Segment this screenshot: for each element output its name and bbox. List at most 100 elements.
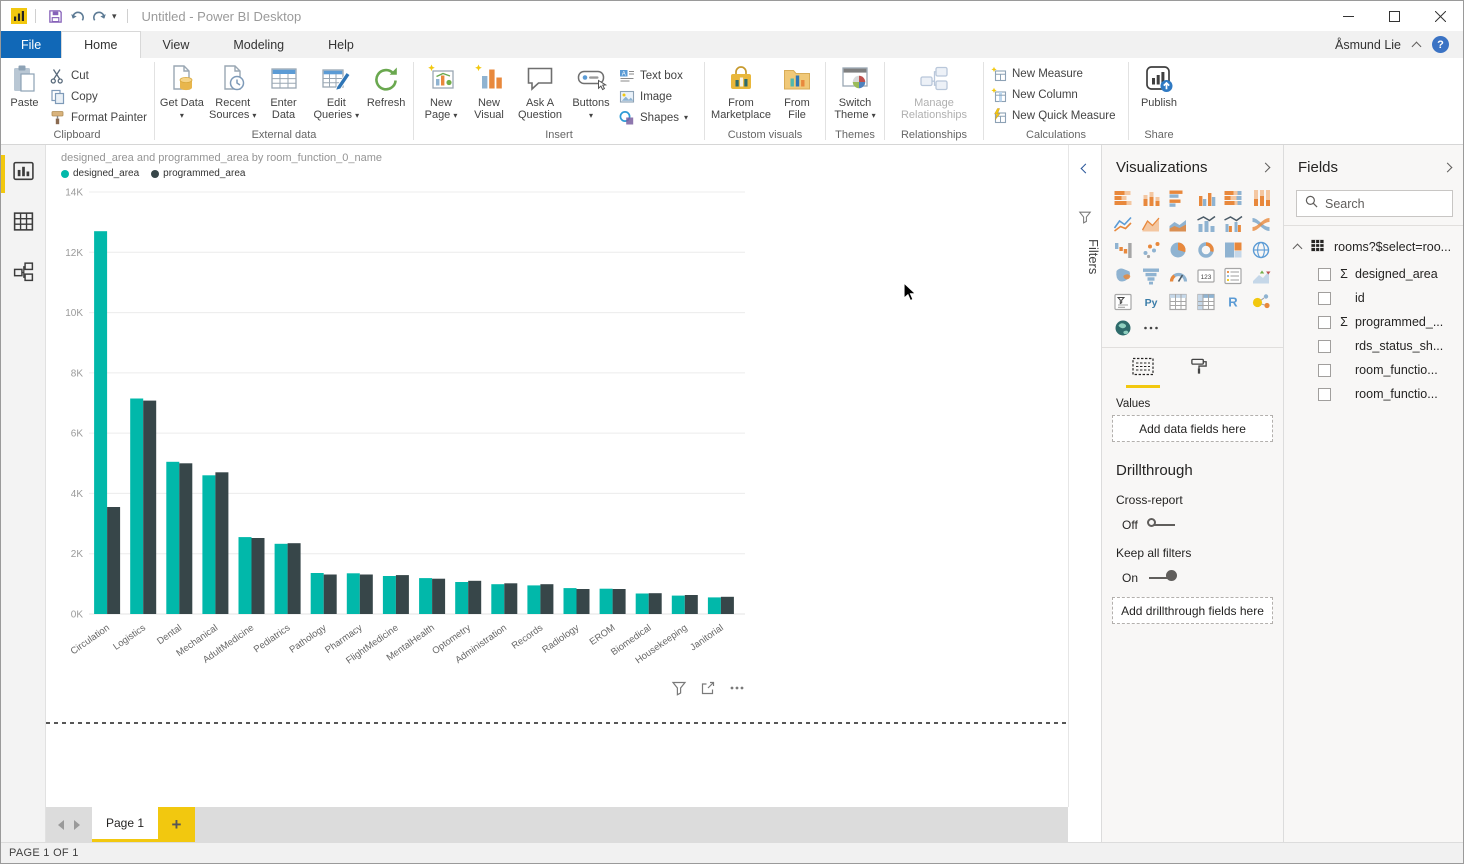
- copy-button[interactable]: Copy: [46, 86, 151, 107]
- new-measure-button[interactable]: New Measure: [987, 63, 1120, 84]
- area-chart-icon[interactable]: [1138, 212, 1164, 235]
- edit-queries-button[interactable]: Edit Queries ▾: [310, 61, 362, 122]
- table-node-rooms[interactable]: rooms?$select=roo...: [1284, 226, 1464, 262]
- field-item-id[interactable]: id: [1284, 286, 1464, 310]
- bar-designed_area-MentalHealth[interactable]: [419, 578, 432, 614]
- report-canvas[interactable]: designed_area and programmed_area by roo…: [46, 145, 1068, 807]
- filled-map-icon[interactable]: [1110, 264, 1136, 287]
- bar-designed_area-Dental[interactable]: [166, 462, 179, 614]
- bar-designed_area-EROM[interactable]: [600, 589, 613, 614]
- bar-programmed_area-Circulation[interactable]: [107, 507, 120, 614]
- waterfall-chart-icon[interactable]: [1110, 238, 1136, 261]
- buttons-button[interactable]: Buttons▾: [567, 61, 615, 122]
- from-file-button[interactable]: From File: [774, 61, 820, 121]
- bar-programmed_area-Pediatrics[interactable]: [288, 543, 301, 614]
- bar-designed_area-Housekeeping[interactable]: [672, 596, 685, 614]
- bar-designed_area-Radiology[interactable]: [564, 588, 577, 614]
- donut-chart-icon[interactable]: [1193, 238, 1219, 261]
- sidebar-item-model-view[interactable]: [1, 253, 46, 295]
- save-button[interactable]: [44, 5, 66, 27]
- field-item-rds_status_sh[interactable]: rds_status_sh...: [1284, 334, 1464, 358]
- line-and-clustered-column-chart-icon[interactable]: [1220, 212, 1246, 235]
- line-and-stacked-column-chart-icon[interactable]: [1193, 212, 1219, 235]
- bar-programmed_area-Janitorial[interactable]: [721, 597, 734, 614]
- field-item-programmed_[interactable]: Σprogrammed_...: [1284, 310, 1464, 334]
- stacked-column-chart-icon[interactable]: [1138, 186, 1164, 209]
- tab-home[interactable]: Home: [61, 31, 140, 58]
- bar-programmed_area-Biomedical[interactable]: [649, 593, 662, 614]
- bar-designed_area-Logistics[interactable]: [130, 399, 143, 615]
- pie-chart-icon[interactable]: [1165, 238, 1191, 261]
- page-tab-1[interactable]: Page 1: [92, 807, 158, 842]
- line-chart-icon[interactable]: [1110, 212, 1136, 235]
- keep-all-filters-toggle[interactable]: [1147, 570, 1177, 585]
- gauge-icon[interactable]: [1165, 264, 1191, 287]
- new-visual-button[interactable]: New Visual: [465, 61, 513, 121]
- tab-modeling[interactable]: Modeling: [211, 31, 306, 58]
- close-button[interactable]: [1417, 1, 1463, 31]
- field-checkbox[interactable]: [1318, 292, 1331, 305]
- python-visual-icon[interactable]: Py: [1138, 290, 1164, 313]
- more-options-icon[interactable]: [1138, 316, 1164, 339]
- collapse-table-icon[interactable]: [1293, 244, 1303, 254]
- previous-page-icon[interactable]: [58, 820, 64, 830]
- search-input[interactable]: [1325, 197, 1444, 211]
- text-box-button[interactable]: AText box: [615, 65, 701, 86]
- bar-designed_area-Pharmacy[interactable]: [347, 573, 360, 614]
- get-data-button[interactable]: Get Data ▾: [158, 61, 206, 122]
- stacked-bar-chart-icon[interactable]: [1110, 186, 1136, 209]
- new-page-tab-button[interactable]: +: [158, 807, 195, 842]
- funnel-icon[interactable]: [1138, 264, 1164, 287]
- image-button[interactable]: Image: [615, 86, 701, 107]
- enter-data-button[interactable]: Enter Data: [260, 61, 308, 121]
- bar-programmed_area-Radiology[interactable]: [577, 589, 590, 614]
- cross-report-toggle[interactable]: [1147, 517, 1177, 532]
- kpi-icon[interactable]: [1248, 264, 1274, 287]
- matrix-icon[interactable]: [1193, 290, 1219, 313]
- field-item-room_functio[interactable]: room_functio...: [1284, 358, 1464, 382]
- map-icon[interactable]: [1248, 238, 1274, 261]
- publish-button[interactable]: Publish: [1132, 61, 1186, 109]
- collapse-visualizations-icon[interactable]: [1261, 163, 1271, 173]
- bar-designed_area-Mechanical[interactable]: [202, 475, 215, 614]
- bar-programmed_area-Pathology[interactable]: [324, 575, 337, 615]
- field-checkbox[interactable]: [1318, 340, 1331, 353]
- signed-in-user[interactable]: Åsmund Lie: [1335, 38, 1401, 52]
- ribbon-chart-icon[interactable]: [1248, 212, 1274, 235]
- collapse-fields-icon[interactable]: [1443, 163, 1453, 173]
- tab-fields-well[interactable]: [1126, 357, 1160, 388]
- tab-help[interactable]: Help: [306, 31, 376, 58]
- bar-designed_area-Biomedical[interactable]: [636, 594, 649, 615]
- legend-item-designed_area[interactable]: designed_area: [61, 168, 139, 179]
- stacked-area-chart-icon[interactable]: [1165, 212, 1191, 235]
- 100-stacked-bar-chart-icon[interactable]: [1220, 186, 1246, 209]
- bar-designed_area-Pediatrics[interactable]: [275, 544, 288, 614]
- expand-filters-button[interactable]: [1069, 145, 1101, 172]
- bar-programmed_area-MentalHealth[interactable]: [432, 579, 445, 614]
- fields-search[interactable]: [1296, 190, 1453, 217]
- bar-designed_area-Administration[interactable]: [491, 584, 504, 614]
- manage-relationships-button[interactable]: Manage Relationships: [888, 61, 980, 121]
- field-checkbox[interactable]: [1318, 364, 1331, 377]
- bar-designed_area-Circulation[interactable]: [94, 231, 107, 614]
- redo-button[interactable]: [88, 5, 110, 27]
- maximize-button[interactable]: [1371, 1, 1417, 31]
- bar-programmed_area-AdultMedicine[interactable]: [252, 538, 265, 614]
- field-item-designed_area[interactable]: Σdesigned_area: [1284, 262, 1464, 286]
- card-icon[interactable]: 123: [1193, 264, 1219, 287]
- recent-sources-button[interactable]: Recent Sources ▾: [206, 61, 260, 122]
- tab-view[interactable]: View: [141, 31, 212, 58]
- new-page-button[interactable]: New Page ▾: [417, 61, 465, 122]
- bar-designed_area-Janitorial[interactable]: [708, 597, 721, 614]
- treemap-icon[interactable]: [1220, 238, 1246, 261]
- add-data-fields-dropzone[interactable]: Add data fields here: [1112, 415, 1273, 442]
- bar-designed_area-Records[interactable]: [527, 585, 540, 614]
- ask-a-question-button[interactable]: Ask A Question: [513, 61, 567, 121]
- cut-button[interactable]: Cut: [46, 65, 151, 86]
- field-item-room_functio[interactable]: room_functio...: [1284, 382, 1464, 406]
- bar-designed_area-Pathology[interactable]: [311, 573, 324, 614]
- paste-button[interactable]: Paste: [3, 61, 46, 109]
- slicer-icon[interactable]: [1110, 290, 1136, 313]
- bar-designed_area-FlightMedicine[interactable]: [383, 576, 396, 614]
- new-quick-measure-button[interactable]: New Quick Measure: [987, 105, 1120, 126]
